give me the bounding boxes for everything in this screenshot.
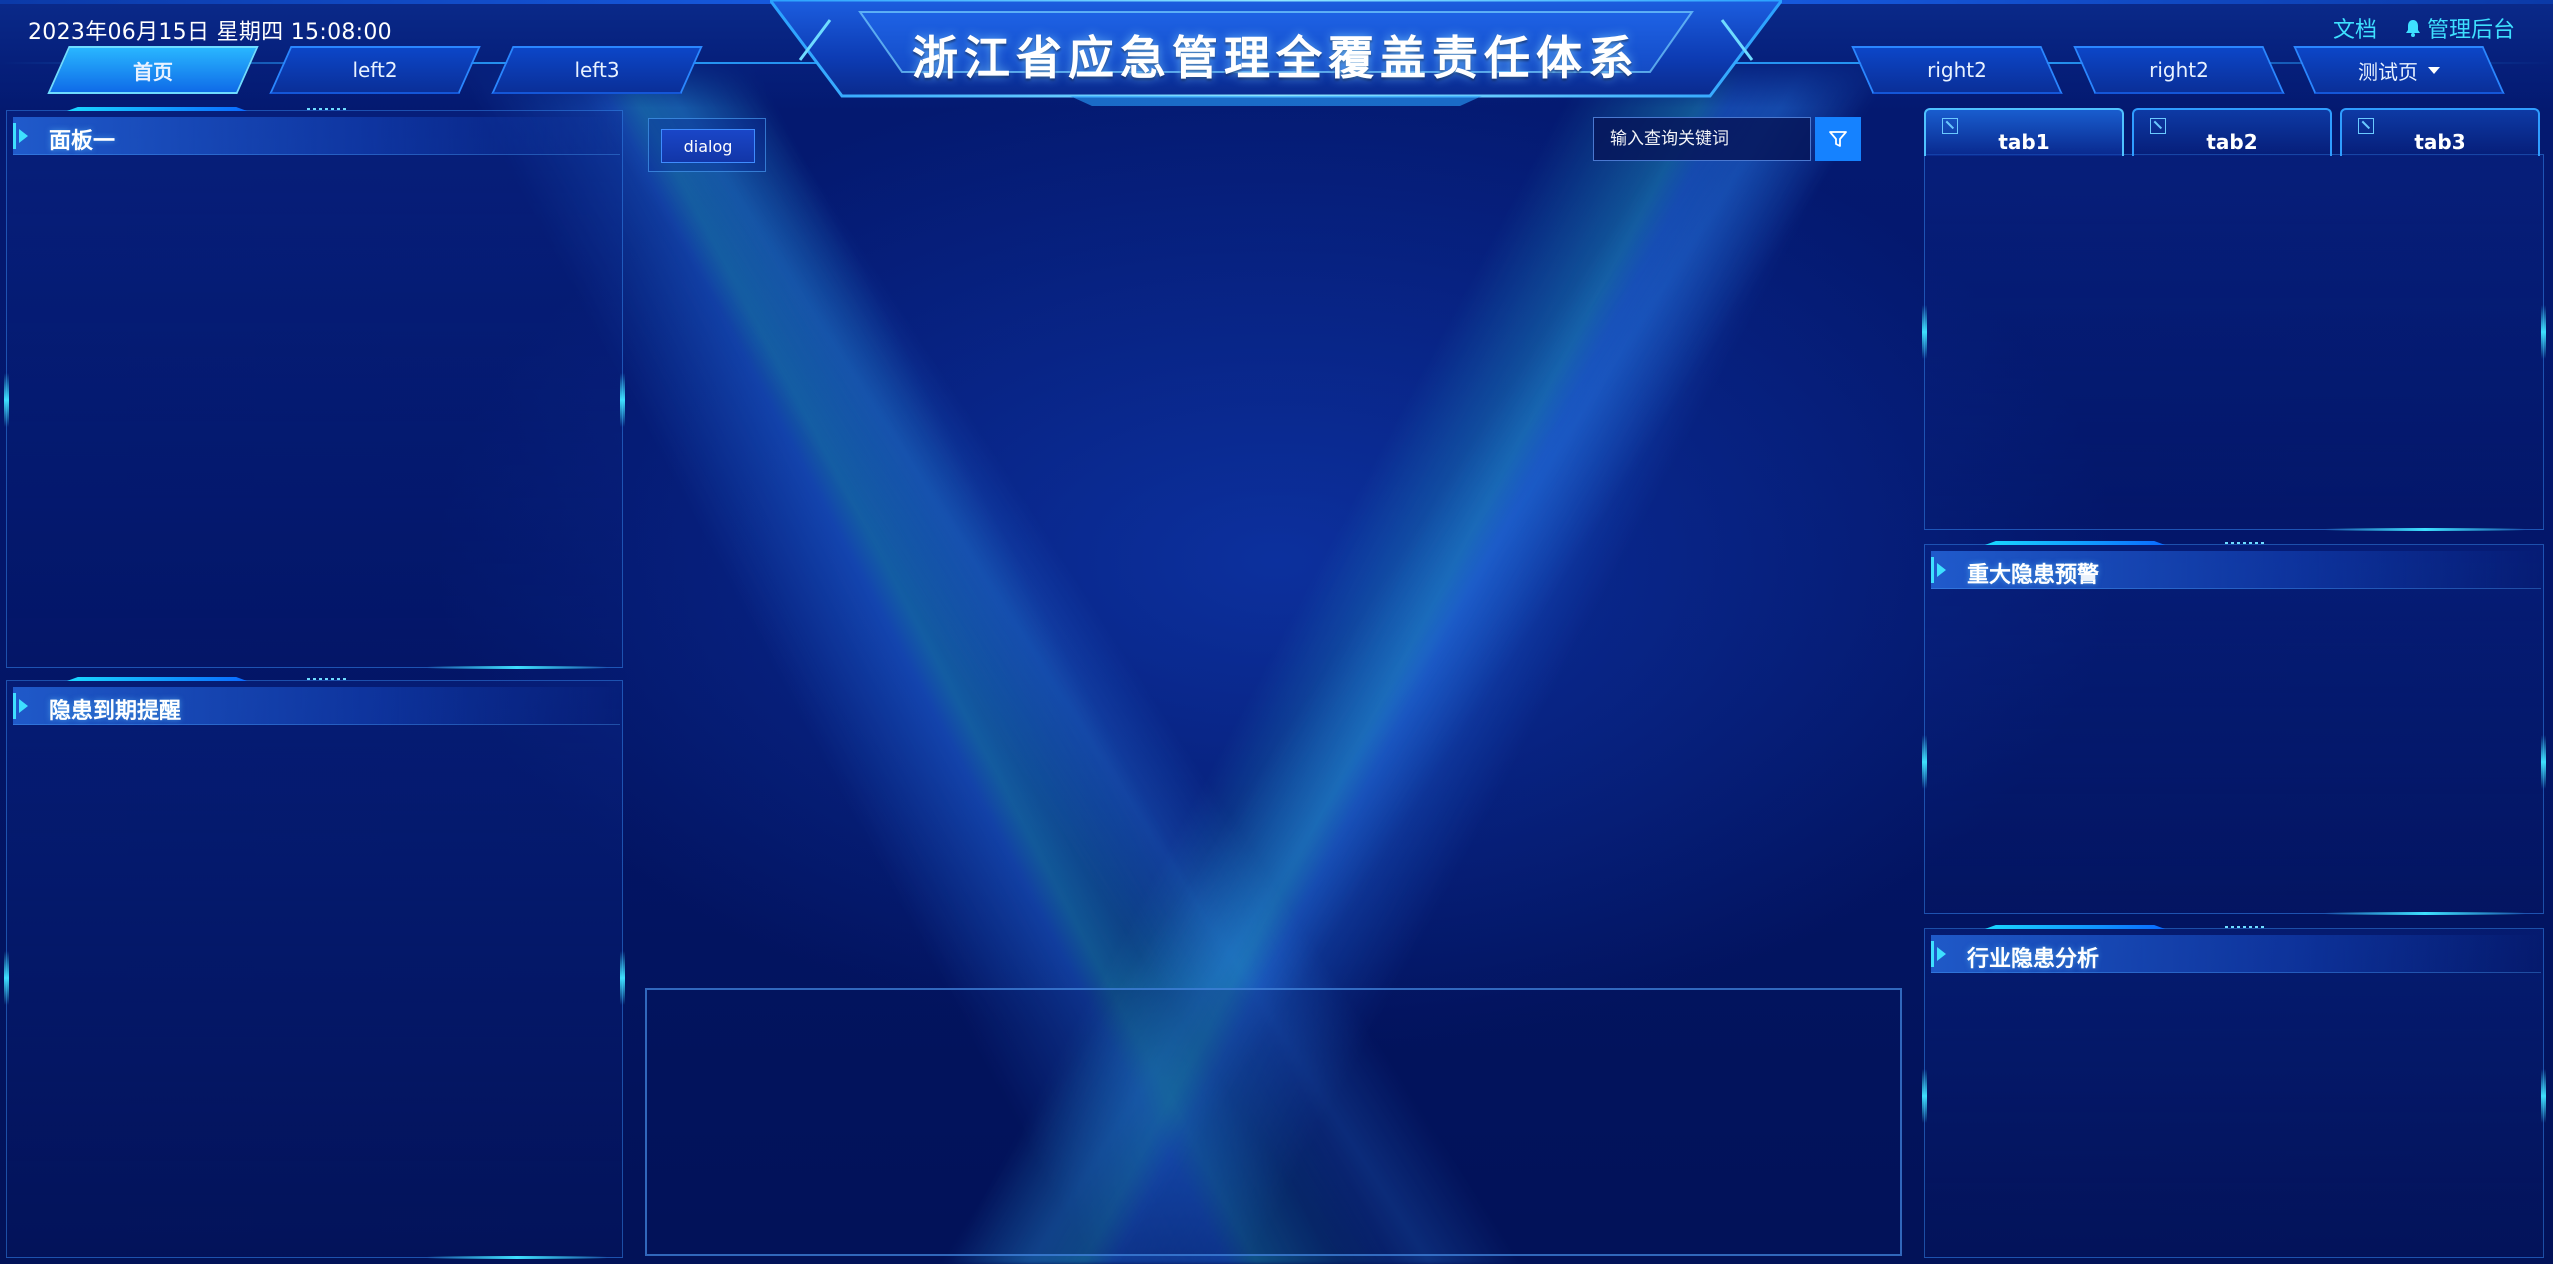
panel-header-accent [13,693,16,719]
title-plate: 浙江省应急管理全覆盖责任体系 [770,0,1782,106]
admin-link[interactable]: 管理后台 [2405,12,2515,44]
bell-icon [2405,20,2420,37]
panel-side-glow [4,951,9,1005]
panel-side-glow [1922,1069,1927,1123]
nav-tab-left2[interactable]: left2 [269,46,481,94]
admin-link-label: 管理后台 [2426,18,2515,43]
panel-title: 隐患到期提醒 [49,699,182,724]
panel-top-decoration [7,677,622,681]
panel-header-accent [1931,557,1934,583]
tab-tab1[interactable]: tab1 [1924,108,2124,156]
panel-top-decoration [7,107,622,111]
nav-tab-home[interactable]: 首页 [47,46,259,94]
triangle-icon [1937,947,1946,961]
panel-top-decoration [1925,541,2543,545]
panel-one: 面板一 [4,107,625,669]
nav-tab-label: right2 [1927,58,1987,82]
panel-bottom-glow [2325,912,2525,915]
nav-tab-test-dropdown[interactable]: 测试页 [2293,46,2505,94]
filter-icon [1829,131,1847,147]
tab-label: tab1 [1998,130,2050,154]
docs-link[interactable]: 文档 [2333,12,2377,44]
docs-link-label: 文档 [2332,18,2377,43]
panel-side-glow [1922,735,1927,789]
panel-side-glow [620,951,625,1005]
industry-hazard-analysis-panel: 行业隐患分析 [1922,925,2546,1258]
nav-tab-label: right2 [2149,58,2209,82]
panel-header: 隐患到期提醒 [13,687,620,725]
panel-bottom-glow [427,1256,607,1259]
datetime: 2023年06月15日 星期四 15:08:00 [28,20,392,45]
triangle-icon [19,129,28,143]
panel-side-glow [2541,1069,2546,1123]
chevron-down-icon [2428,66,2440,74]
panel-title: 行业隐患分析 [1967,947,2100,972]
nav-tab-right2-b[interactable]: right2 [2073,46,2285,94]
tab-label: tab2 [2206,130,2258,154]
panel-header-accent [1931,941,1934,967]
panel-side-glow [1922,305,1927,359]
nav-tab-label: 测试页 [2358,59,2418,84]
nav-tab-label: 首页 [133,59,173,84]
panel-side-glow [620,373,625,427]
panel-bottom-glow [427,666,607,669]
tab-tab3[interactable]: tab3 [2340,108,2540,156]
search-input[interactable] [1593,117,1811,161]
triangle-icon [19,699,28,713]
filter-button[interactable] [1815,117,1861,161]
panel-header: 面板一 [13,117,620,155]
nav-tab-right2[interactable]: right2 [1851,46,2063,94]
panel-side-glow [4,373,9,427]
nav-tab-label: left2 [352,58,398,82]
header: 2023年06月15日 星期四 15:08:00 浙江省应急管理全覆盖责任体系 … [0,0,2553,108]
tab-tab2[interactable]: tab2 [2132,108,2332,156]
panel-side-glow [2541,305,2546,359]
hazard-expiry-panel: 隐患到期提醒 [4,677,625,1259]
top-links: 文档 管理后台 [2333,12,2515,44]
dialog-button-frame: dialog [648,118,766,172]
panel-title: 重大隐患预警 [1967,563,2100,588]
panel-top-decoration [1925,925,2543,929]
dialog-button[interactable]: dialog [661,129,755,163]
tab-panel [1922,154,2546,531]
panel-bottom-glow [2325,528,2525,531]
panel-header: 行业隐患分析 [1931,935,2541,973]
panel-header: 重大隐患预警 [1931,551,2541,589]
page-title: 浙江省应急管理全覆盖责任体系 [912,31,1640,85]
nav-tab-label: left3 [574,58,620,82]
center-bottom-box [645,988,1902,1256]
panel-title: 面板一 [49,129,116,154]
tab-label: tab3 [2414,130,2466,154]
panel-side-glow [2541,735,2546,789]
triangle-icon [1937,563,1946,577]
panel-header-accent [13,123,16,149]
major-hazard-warning-panel: 重大隐患预警 [1922,541,2546,915]
nav-tab-left3[interactable]: left3 [491,46,703,94]
